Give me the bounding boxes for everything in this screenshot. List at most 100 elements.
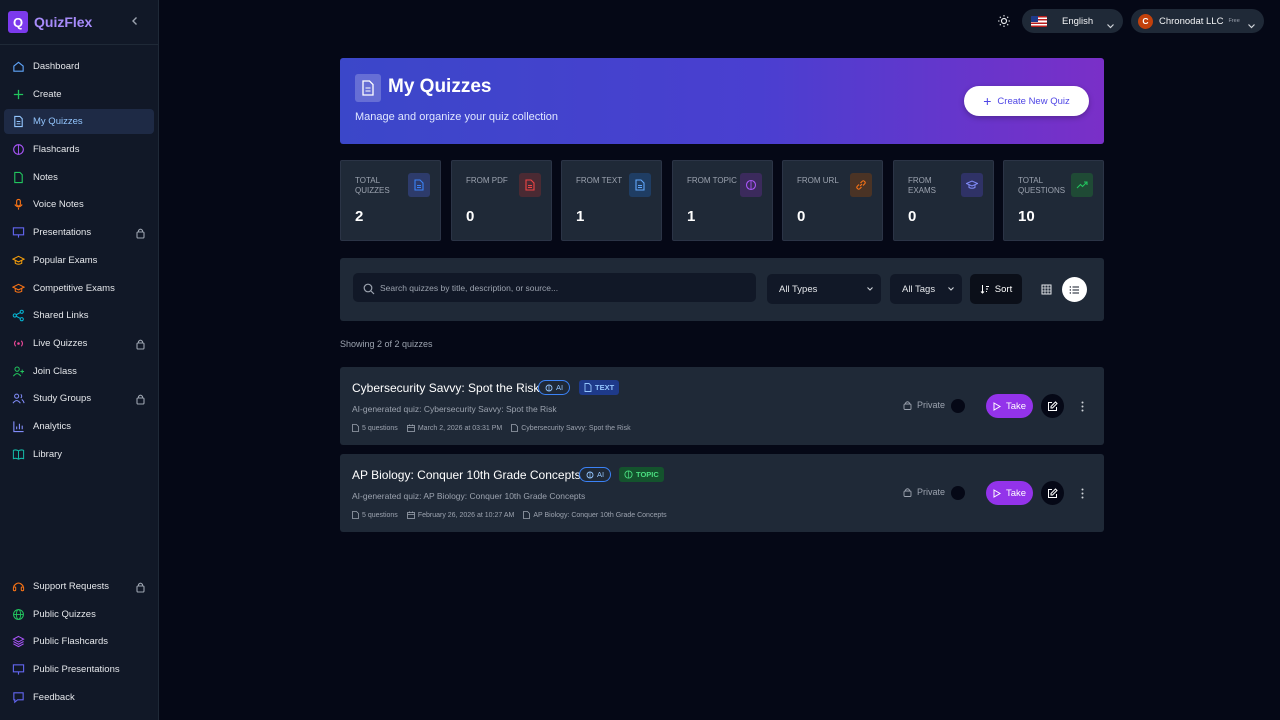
edit-icon (1048, 400, 1058, 411)
edit-quiz-button[interactable] (1041, 481, 1064, 505)
stat-total-questions: Total Questions 10 (1003, 160, 1104, 241)
sidebar-item-shared-links[interactable]: Shared Links (4, 303, 154, 328)
stat-label: From Text (576, 176, 623, 185)
sidebar-item-analytics[interactable]: Analytics (4, 414, 154, 439)
quiz-card[interactable]: AP Biology: Conquer 10th Grade Concepts … (340, 454, 1104, 532)
sidebar-item-public-presentations[interactable]: Public Presentations (4, 657, 154, 682)
visibility-toggle[interactable] (951, 486, 965, 500)
quiz-title[interactable]: Cybersecurity Savvy: Spot the Risk (352, 381, 539, 395)
theme-toggle-button[interactable] (996, 13, 1012, 29)
create-new-quiz-label: Create New Quiz (997, 95, 1070, 107)
sidebar-item-label: My Quizzes (33, 116, 83, 128)
lock-icon (135, 392, 146, 405)
sidebar-item-label: Create (33, 88, 62, 100)
create-new-quiz-button[interactable]: + Create New Quiz (964, 86, 1089, 116)
privacy-status: Private (903, 487, 945, 497)
sidebar-item-label: Feedback (33, 691, 75, 703)
plus-icon (11, 87, 25, 101)
graduation-cap-icon (11, 253, 25, 267)
quiz-source-label: Cybersecurity Savvy: Spot the Risk (521, 424, 631, 432)
pdf-icon (519, 173, 541, 197)
sidebar-item-presentations[interactable]: Presentations (4, 220, 154, 245)
stat-value: 2 (355, 208, 364, 225)
grid-view-button[interactable] (1034, 281, 1058, 297)
lock-icon (135, 226, 146, 239)
sidebar-item-label: Popular Exams (33, 254, 98, 266)
sidebar-item-public-flashcards[interactable]: Public Flashcards (4, 629, 154, 654)
take-quiz-button[interactable]: Take (986, 481, 1033, 505)
sidebar-item-dashboard[interactable]: Dashboard (4, 54, 154, 79)
broadcast-icon (11, 336, 25, 350)
privacy-label: Private (917, 400, 946, 410)
results-count: Showing 2 of 2 quizzes (340, 339, 433, 349)
sidebar-item-flashcards[interactable]: Flashcards (4, 137, 154, 162)
sidebar-item-study-groups[interactable]: Study Groups (4, 386, 154, 411)
language-selector[interactable]: English (1022, 9, 1123, 33)
sidebar-item-my-quizzes[interactable]: My Quizzes (4, 109, 154, 135)
document-icon (355, 74, 381, 102)
more-options-button[interactable] (1074, 397, 1090, 415)
sidebar: Q QuizFlex Dashboard Create My Quizzes F… (0, 0, 159, 720)
sidebar-item-label: Public Presentations (33, 664, 120, 676)
privacy-status: Private (903, 400, 945, 410)
type-filter-select[interactable]: All Types (767, 274, 881, 304)
language-label: English (1062, 15, 1094, 27)
sidebar-item-create[interactable]: Create (4, 82, 154, 107)
brain-icon (624, 470, 633, 479)
page-subtitle: Manage and organize your quiz collection (355, 111, 559, 123)
quiz-meta: 5 questions February 26, 2026 at 10:27 A… (352, 510, 676, 520)
graduation-cap-icon (961, 173, 983, 197)
take-quiz-button[interactable]: Take (986, 394, 1033, 418)
edit-quiz-button[interactable] (1041, 394, 1064, 418)
sort-label: Sort (994, 283, 1013, 295)
created-date: March 2, 2026 at 03:31 PM (406, 424, 503, 432)
search-input[interactable] (380, 273, 750, 302)
sort-button[interactable]: Sort (970, 274, 1022, 304)
more-vertical-icon (1081, 401, 1083, 411)
stat-from-exams: From Exams 0 (893, 160, 994, 241)
sidebar-item-library[interactable]: Library (4, 442, 154, 467)
user-menu[interactable]: C Chronodat LLC Free (1131, 9, 1264, 33)
sidebar-item-feedback[interactable]: Feedback (4, 685, 154, 710)
quiz-card[interactable]: Cybersecurity Savvy: Spot the Risk AI TE… (340, 367, 1104, 445)
stat-value: 1 (576, 208, 585, 225)
type-badge-label: TEXT (595, 383, 615, 392)
privacy-label: Private (917, 487, 946, 497)
link-icon (850, 173, 872, 197)
question-count-label: 5 questions (362, 424, 398, 432)
sidebar-item-join-class[interactable]: Join Class (4, 359, 154, 384)
list-view-button[interactable] (1062, 277, 1087, 302)
sidebar-item-voice-notes[interactable]: Voice Notes (4, 192, 154, 217)
sidebar-bottom-nav: Support Requests Public Quizzes Public F… (4, 574, 154, 712)
book-icon (11, 447, 25, 461)
visibility-toggle[interactable] (951, 399, 965, 413)
sidebar-item-label: Public Flashcards (33, 636, 108, 648)
document-icon (408, 173, 430, 197)
plus-icon: + (983, 93, 992, 109)
brand[interactable]: Q QuizFlex (8, 10, 150, 34)
chevron-down-icon (947, 285, 955, 296)
sidebar-item-notes[interactable]: Notes (4, 165, 154, 190)
tag-filter-select[interactable]: All Tags (890, 274, 962, 304)
sidebar-item-live-quizzes[interactable]: Live Quizzes (4, 331, 154, 356)
sidebar-item-public-quizzes[interactable]: Public Quizzes (4, 602, 154, 627)
quiz-title[interactable]: AP Biology: Conquer 10th Grade Concepts (352, 468, 581, 482)
created-date-label: March 2, 2026 at 03:31 PM (417, 424, 503, 432)
stat-from-pdf: From PDF 0 (451, 160, 552, 241)
globe-icon (11, 607, 25, 621)
message-icon (11, 690, 25, 704)
trending-up-icon (1071, 173, 1093, 197)
stat-from-url: From URL 0 (782, 160, 883, 241)
sidebar-item-popular-exams[interactable]: Popular Exams (4, 248, 154, 273)
sidebar-item-competitive-exams[interactable]: Competitive Exams (4, 276, 154, 301)
tag-filter-value: All Tags (902, 283, 936, 295)
collapse-sidebar-button[interactable] (128, 14, 142, 28)
type-filter-value: All Types (779, 283, 818, 295)
document-icon (352, 424, 359, 432)
sidebar-item-support-requests[interactable]: Support Requests (4, 574, 154, 599)
sidebar-divider (0, 44, 159, 45)
brain-icon (545, 384, 553, 391)
question-count: 5 questions (352, 511, 398, 519)
presentation-icon (11, 663, 25, 677)
more-options-button[interactable] (1074, 484, 1090, 502)
